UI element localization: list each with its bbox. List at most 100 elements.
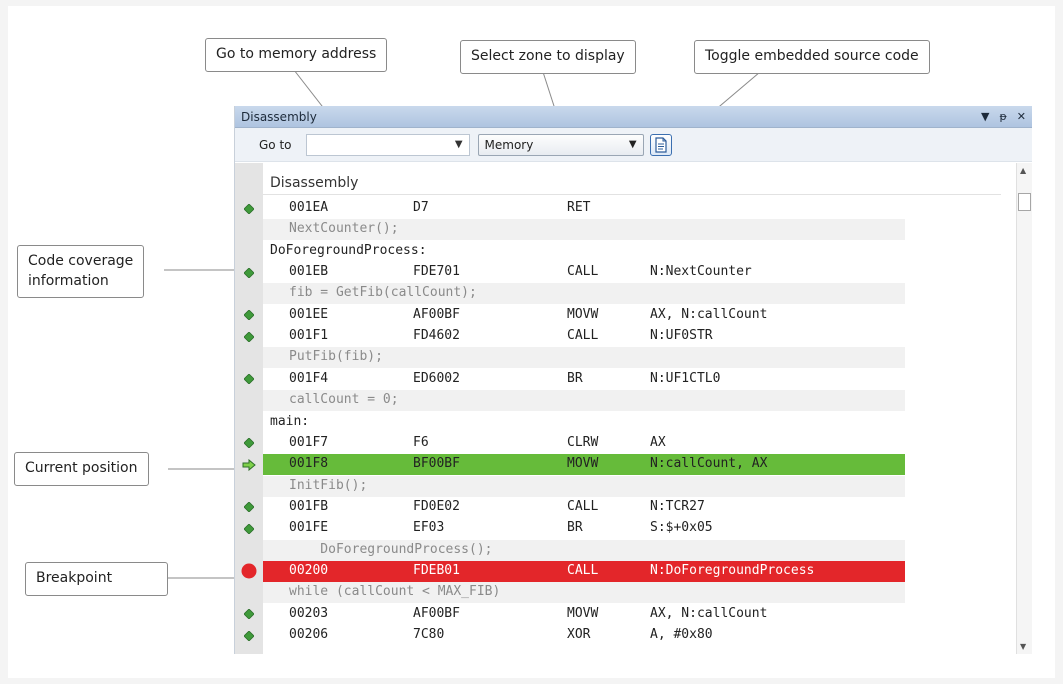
source-line-text: NextCounter();	[289, 221, 399, 237]
instruction-row[interactable]: 001EB FDE701 CALL N:NextCounter	[235, 262, 1017, 283]
coverage-diamond-icon[interactable]	[235, 604, 263, 625]
operands-cell: AX, N:callCount	[650, 605, 768, 621]
coverage-diamond-icon[interactable]	[235, 262, 263, 283]
coverage-diamond-icon[interactable]	[235, 369, 263, 390]
mnemonic-cell: CALL	[567, 562, 599, 578]
label-row[interactable]: main:	[235, 412, 1017, 433]
opcode-cell: 7C80	[413, 627, 445, 642]
source-line-row[interactable]: fib = GetFib(callCount);	[235, 283, 1017, 305]
operands-cell: A, #0x80	[650, 627, 713, 642]
source-line-row[interactable]: callCount = 0;	[235, 390, 1017, 412]
callout-breakpoint: Breakpoint	[25, 562, 168, 596]
disassembly-list[interactable]: Disassembly 001EA D7 RET NextCounter(); DoFo…	[235, 163, 1017, 654]
instruction-row[interactable]: 00200 FDEB01 CALL N:DoForegroundProcess	[235, 560, 1017, 582]
source-line-text: PutFib(fib);	[289, 349, 383, 365]
opcode-cell: ED6002	[413, 370, 460, 386]
mnemonic-cell: CALL	[567, 498, 599, 514]
disassembly-window: Disassembly ▼ ᵽ ✕ Go to ▼ Memory ▼ Disas…	[234, 106, 1032, 654]
instruction-row[interactable]: 001EA D7 RET	[235, 198, 1017, 219]
opcode-cell: F6	[413, 434, 429, 450]
zone-value: Memory	[484, 137, 534, 152]
instruction-row[interactable]: 001F4 ED6002 BR N:UF1CTL0	[235, 369, 1017, 390]
current-position-arrow-icon[interactable]	[235, 454, 263, 475]
instruction-row[interactable]: 001FE EF03 BR S:$+0x05	[235, 518, 1017, 539]
instruction-row[interactable]: 001F8 BF00BF MOVW N:callCount, AX	[235, 454, 1017, 476]
source-line-row[interactable]: DoForegroundProcess();	[235, 539, 1017, 561]
opcode-cell: AF00BF	[413, 605, 460, 621]
source-line-text: while (callCount < MAX_FIB)	[289, 584, 501, 600]
list-header: Disassembly	[263, 171, 1001, 195]
instruction-row[interactable]: 00203 AF00BF MOVW AX, N:callCount	[235, 604, 1017, 625]
mnemonic-cell: RET	[567, 200, 591, 215]
coverage-diamond-icon[interactable]	[235, 518, 263, 539]
instruction-row[interactable]: 001EE AF00BF MOVW AX, N:callCount	[235, 305, 1017, 326]
breakpoint-icon[interactable]	[235, 561, 263, 582]
document-icon	[654, 136, 667, 153]
coverage-diamond-icon[interactable]	[235, 497, 263, 518]
mnemonic-cell: CALL	[567, 328, 599, 344]
toggle-source-button[interactable]	[649, 133, 672, 156]
source-line-text: fib = GetFib(callCount);	[289, 285, 477, 301]
instruction-row[interactable]: 001F7 F6 CLRW AX	[235, 433, 1017, 454]
instruction-row[interactable]: 001F1 FD4602 CALL N:UF0STR	[235, 326, 1017, 347]
operands-cell: N:UF0STR	[650, 328, 713, 344]
scrollbar-thumb[interactable]	[1018, 193, 1031, 211]
disassembly-toolbar: Go to ▼ Memory ▼	[235, 128, 1032, 162]
operands-cell: N:UF1CTL0	[650, 370, 721, 386]
scroll-up-icon[interactable]: ▲	[1020, 166, 1026, 175]
mnemonic-cell: MOVW	[567, 456, 599, 472]
window-menu-icon[interactable]: ▼	[981, 110, 989, 123]
goto-label: Go to	[259, 137, 292, 152]
operands-cell: AX	[650, 434, 666, 450]
opcode-cell: BF00BF	[413, 456, 460, 472]
source-line-row[interactable]: InitFib();	[235, 475, 1017, 497]
address-cell: 001EB	[289, 264, 329, 280]
coverage-diamond-icon[interactable]	[235, 198, 263, 219]
address-cell: 00200	[289, 562, 329, 578]
coverage-diamond-icon[interactable]	[235, 326, 263, 347]
mnemonic-cell: XOR	[567, 627, 591, 642]
mnemonic-cell: CALL	[567, 264, 599, 280]
source-line-row[interactable]: NextCounter();	[235, 219, 1017, 241]
mnemonic-cell: CLRW	[567, 434, 599, 450]
opcode-cell: D7	[413, 200, 429, 215]
callout-select-zone: Select zone to display	[460, 40, 636, 74]
operands-cell: S:$+0x05	[650, 520, 713, 536]
callout-code-coverage: Code coverage information	[17, 245, 145, 299]
chevron-down-icon[interactable]: ▼	[455, 139, 463, 150]
instruction-row[interactable]: 001FB FD0E02 CALL N:TCR27	[235, 497, 1017, 518]
coverage-diamond-icon[interactable]	[235, 625, 263, 646]
coverage-diamond-icon[interactable]	[235, 305, 263, 326]
close-icon[interactable]: ✕	[1017, 110, 1026, 123]
scroll-down-icon[interactable]: ▼	[1020, 642, 1026, 651]
label-text: DoForegroundProcess:	[270, 242, 427, 258]
mnemonic-cell: MOVW	[567, 605, 599, 621]
address-cell: 001EA	[289, 200, 329, 215]
operands-cell: N:NextCounter	[650, 264, 752, 280]
source-line-row[interactable]: PutFib(fib);	[235, 347, 1017, 369]
goto-address-input[interactable]: ▼	[305, 133, 470, 156]
label-row[interactable]: DoForegroundProcess:	[235, 241, 1017, 262]
coverage-diamond-icon[interactable]	[235, 433, 263, 454]
opcode-cell: AF00BF	[413, 306, 460, 322]
callout-current-position: Current position	[14, 452, 149, 486]
opcode-cell: EF03	[413, 520, 445, 536]
opcode-cell: FD0E02	[413, 498, 460, 514]
address-cell: 00206	[289, 627, 329, 642]
vertical-scrollbar[interactable]: ▲ ▼	[1016, 163, 1032, 654]
pin-icon[interactable]: ᵽ	[999, 110, 1006, 123]
address-cell: 001F4	[289, 370, 329, 386]
source-line-row[interactable]: while (callCount < MAX_FIB)	[235, 582, 1017, 604]
operands-cell: AX, N:callCount	[650, 306, 768, 322]
window-title: Disassembly	[241, 109, 317, 124]
window-controls: ▼ ᵽ ✕	[981, 110, 1026, 123]
window-titlebar: Disassembly ▼ ᵽ ✕	[235, 106, 1032, 128]
source-line-text: InitFib();	[289, 477, 368, 493]
callout-goto-memory: Go to memory address	[205, 38, 388, 72]
zone-select[interactable]: Memory ▼	[477, 133, 644, 156]
operands-cell: N:DoForegroundProcess	[650, 562, 815, 578]
mnemonic-cell: BR	[567, 520, 583, 536]
label-text: main:	[270, 413, 310, 429]
chevron-down-icon[interactable]: ▼	[629, 139, 637, 150]
instruction-row[interactable]: 00206 7C80 XOR A, #0x80	[235, 625, 1017, 646]
